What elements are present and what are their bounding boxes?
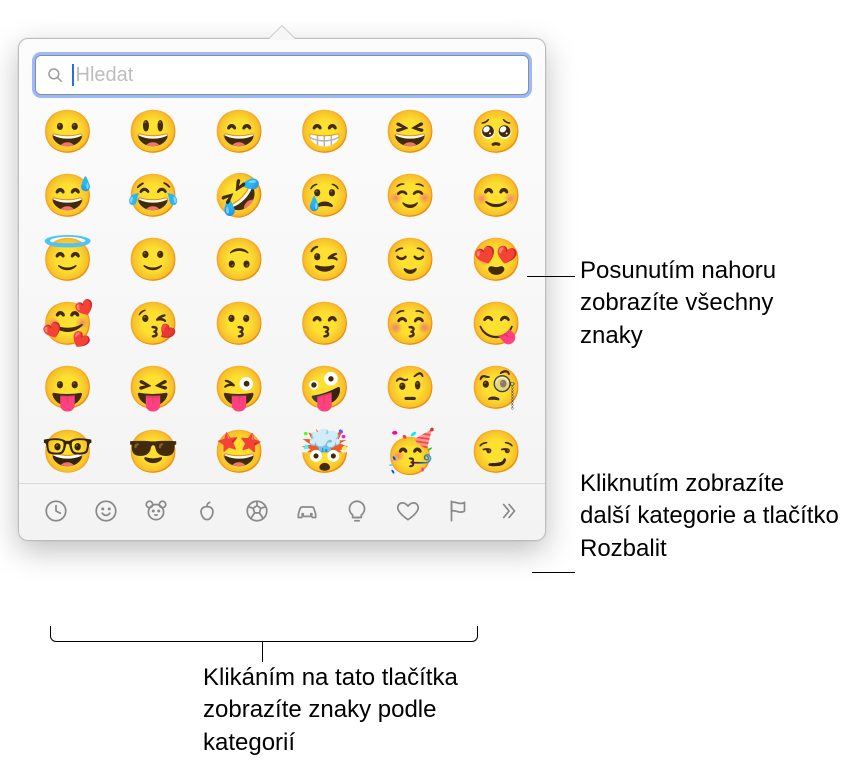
emoji[interactable]: 😘 [127, 303, 179, 345]
soccer-icon [244, 498, 270, 524]
category-activity[interactable] [242, 496, 272, 526]
emoji[interactable]: 😌 [384, 239, 436, 281]
emoji[interactable]: 🤯 [299, 431, 351, 473]
category-objects[interactable] [342, 496, 372, 526]
emoji[interactable]: 🤪 [299, 367, 351, 409]
category-food[interactable] [192, 496, 222, 526]
clock-icon [43, 498, 69, 524]
popup-arrow [268, 26, 296, 40]
emoji[interactable]: 🤓 [42, 431, 94, 473]
callout-scroll-hint: Posunutím nahoru zobrazíte všechny znaky [580, 255, 830, 352]
callout-more-categories: Kliknutím zobrazíte další kategorie a tl… [580, 468, 840, 565]
emoji[interactable]: 😆 [384, 111, 436, 153]
search-container: Hledat [19, 39, 545, 105]
callout-category-buttons: Klikáním na tato tlačítka zobrazíte znak… [203, 662, 513, 759]
flag-icon [445, 498, 471, 524]
emoji[interactable]: 🤨 [384, 367, 436, 409]
smiley-icon [93, 498, 119, 524]
leader-line [527, 276, 575, 277]
search-input[interactable]: Hledat [35, 55, 529, 95]
emoji[interactable]: 🤣 [213, 175, 265, 217]
emoji[interactable]: 🥳 [384, 431, 436, 473]
bulb-icon [344, 498, 370, 524]
apple-icon [194, 498, 220, 524]
emoji[interactable]: 🙃 [213, 239, 265, 281]
category-bracket [50, 626, 478, 642]
category-animals[interactable] [141, 496, 171, 526]
text-caret [72, 64, 74, 86]
emoji[interactable]: 😙 [299, 303, 351, 345]
emoji[interactable]: 😛 [42, 367, 94, 409]
emoji[interactable]: 🤩 [213, 431, 265, 473]
search-icon [46, 66, 64, 84]
animal-icon [143, 498, 169, 524]
emoji[interactable]: 😃 [127, 111, 179, 153]
character-viewer-popup: Hledat 😀 😃 😄 😁 😆 🥺 😅 😂 🤣 😢 ☺️ 😊 😇 🙂 🙃 😉 😌 😍 🥰 😘 😗 😙 😚 😋 😛 😝 😜 🤪 🤨 🧐 🤓 😎… [18, 38, 546, 541]
emoji[interactable]: 😏 [470, 431, 522, 473]
emoji[interactable]: 🥺 [470, 111, 522, 153]
emoji[interactable]: 😜 [213, 367, 265, 409]
emoji[interactable]: 😉 [299, 239, 351, 281]
category-flags[interactable] [443, 496, 473, 526]
category-recent[interactable] [41, 496, 71, 526]
category-travel[interactable] [292, 496, 322, 526]
emoji[interactable]: 😇 [42, 239, 94, 281]
emoji[interactable]: 😁 [299, 111, 351, 153]
emoji[interactable]: 😍 [470, 239, 522, 281]
emoji[interactable]: 😋 [470, 303, 522, 345]
heart-icon [395, 498, 421, 524]
emoji[interactable]: 😊 [470, 175, 522, 217]
emoji[interactable]: 😅 [42, 175, 94, 217]
emoji[interactable]: 🥰 [42, 303, 94, 345]
emoji[interactable]: 😝 [127, 367, 179, 409]
emoji[interactable]: 😂 [127, 175, 179, 217]
leader-line [532, 572, 575, 573]
category-bar [19, 483, 545, 540]
leader-line [262, 642, 263, 662]
emoji[interactable]: 😎 [127, 431, 179, 473]
emoji[interactable]: 😗 [213, 303, 265, 345]
category-smileys[interactable] [91, 496, 121, 526]
emoji[interactable]: 🙂 [127, 239, 179, 281]
emoji[interactable]: 😢 [299, 175, 351, 217]
emoji[interactable]: 😚 [384, 303, 436, 345]
category-more[interactable] [493, 496, 523, 526]
emoji[interactable]: 🧐 [470, 367, 522, 409]
emoji[interactable]: 😄 [213, 111, 265, 153]
category-symbols[interactable] [393, 496, 423, 526]
search-placeholder: Hledat [76, 65, 134, 85]
emoji-grid: 😀 😃 😄 😁 😆 🥺 😅 😂 🤣 😢 ☺️ 😊 😇 🙂 🙃 😉 😌 😍 🥰 😘 😗 😙 😚 😋 😛 😝 😜 🤪 🤨 🧐 🤓 😎 🤩 🤯 🥳 😏 [19, 105, 545, 483]
emoji[interactable]: ☺️ [384, 175, 436, 217]
emoji[interactable]: 😀 [42, 111, 94, 153]
car-icon [294, 498, 320, 524]
more-icon [495, 498, 521, 524]
